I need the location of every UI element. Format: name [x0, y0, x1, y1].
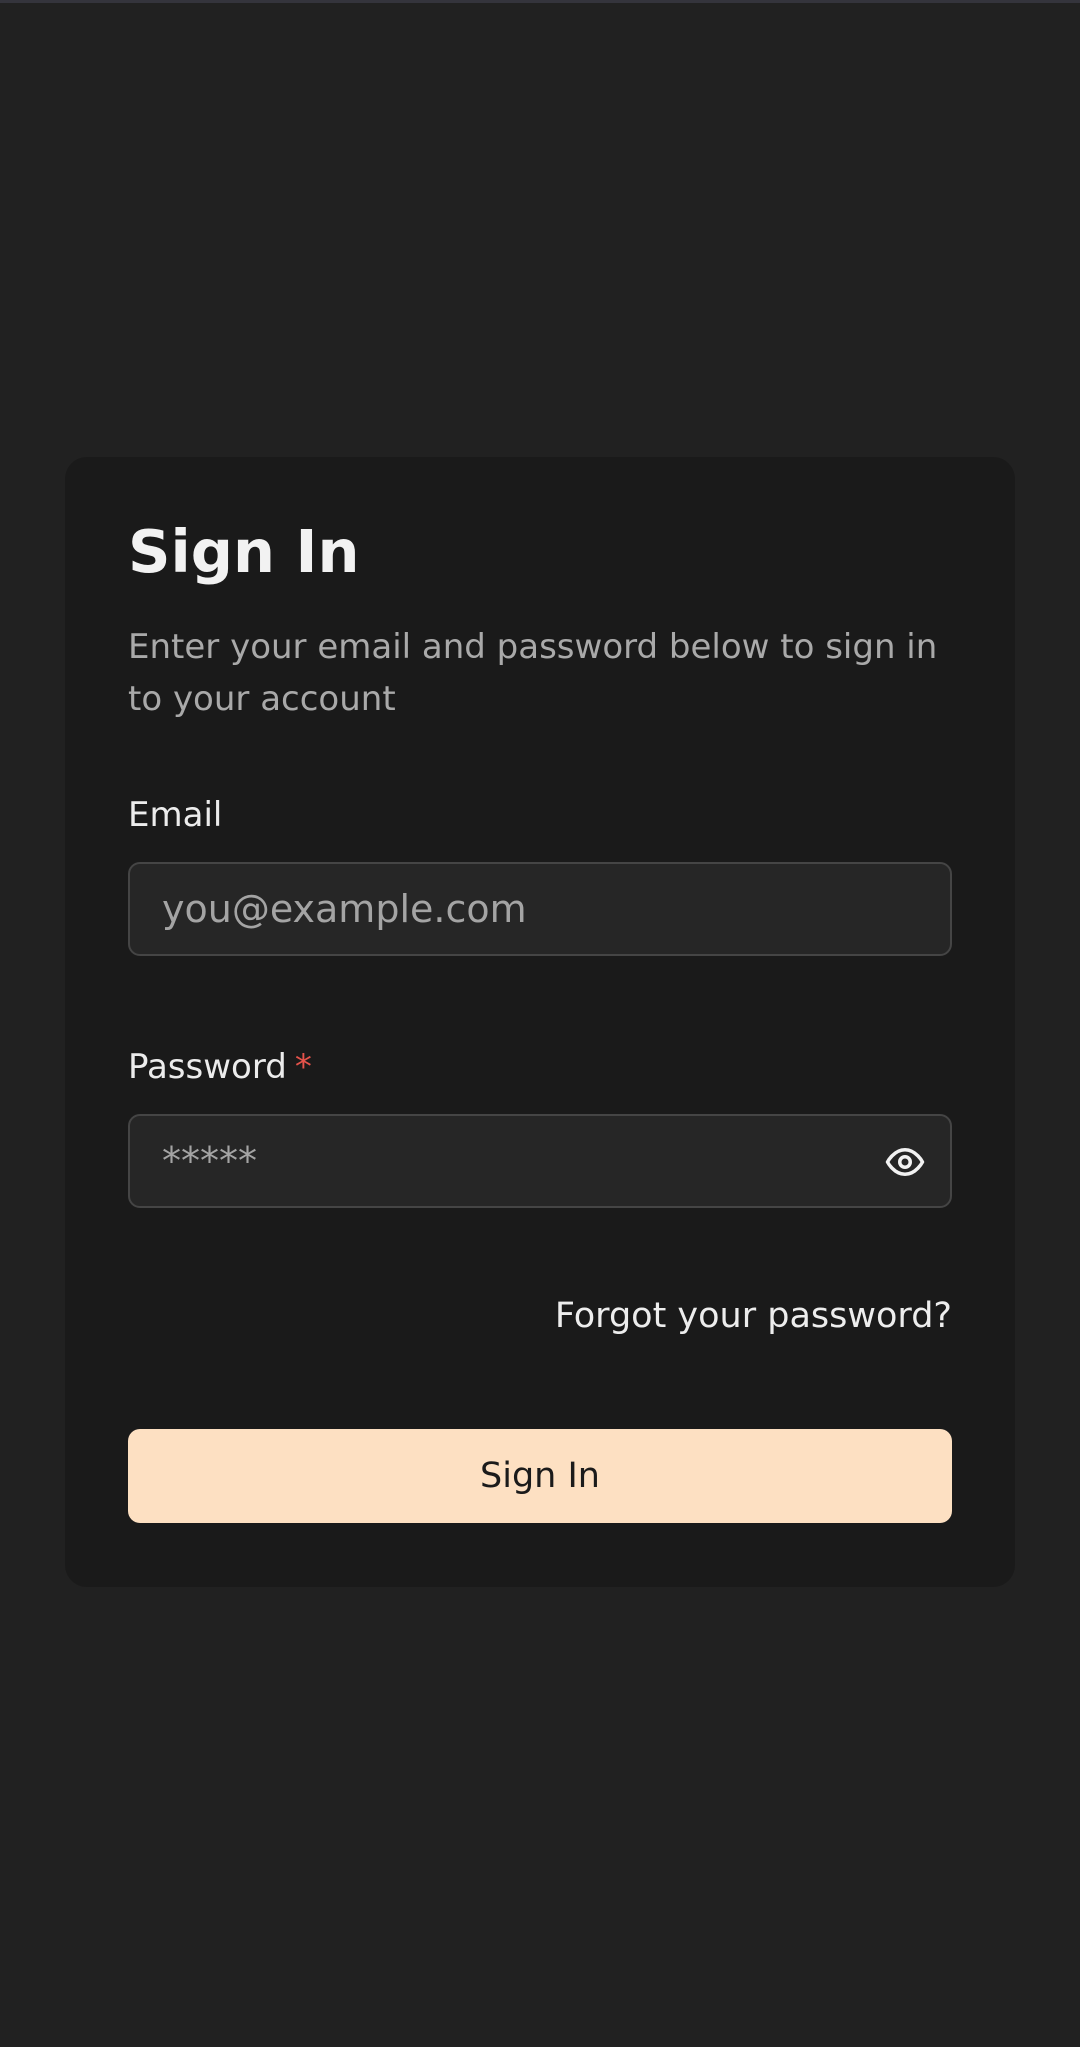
password-label: Password *: [128, 1050, 312, 1084]
email-label: Email: [128, 795, 223, 835]
top-border: [0, 0, 1080, 3]
email-field-container: [128, 862, 952, 956]
eye-icon[interactable]: [884, 1141, 926, 1183]
email-field[interactable]: [162, 864, 862, 954]
required-asterisk: *: [294, 1047, 312, 1087]
password-field[interactable]: [162, 1116, 862, 1206]
signin-card: Sign In Enter your email and password be…: [65, 457, 1015, 1587]
password-label-text: Password: [128, 1047, 287, 1087]
sign-in-button[interactable]: Sign In: [128, 1429, 952, 1523]
forgot-password-link[interactable]: Forgot your password?: [555, 1299, 952, 1334]
sign-in-button-label: Sign In: [480, 1456, 600, 1496]
page-subtitle: Enter your email and password below to s…: [128, 627, 938, 719]
page-title: Sign In: [128, 517, 360, 586]
password-field-container: [128, 1114, 952, 1208]
